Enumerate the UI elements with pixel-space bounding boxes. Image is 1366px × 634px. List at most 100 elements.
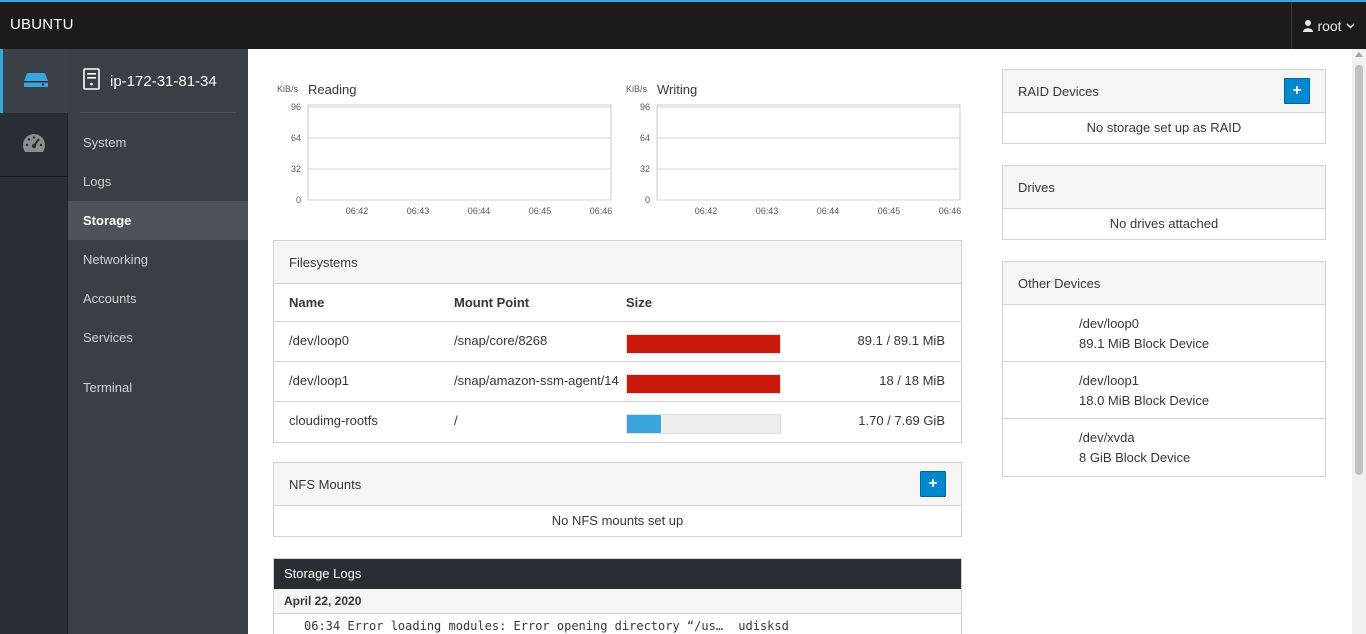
other-devices-title: Other Devices [1003,262,1325,305]
usage-bar-fill [627,335,780,353]
x-tick-label: 06:44 [468,206,491,216]
list-item[interactable]: /dev/xvda 8 GiB Block Device [1003,419,1325,476]
top-bar: UBUNTU root [0,0,1366,49]
writing-chart: KiB/s Writing 0 32 64 96 06:42 06:43 06:44 06:4… [622,49,962,216]
x-tick-label: 06:45 [529,206,552,216]
y-tick-label: 96 [640,102,650,112]
storage-logs: Storage Logs April 22, 2020 06:34 Error … [273,558,962,634]
filesystems-title: Filesystems [274,241,961,284]
table-row[interactable]: /dev/loop0 /snap/core/8268 89.1 / 89.1 M… [274,322,961,362]
fs-size: 18 / 18 MiB [879,373,945,388]
fs-name: /dev/loop0 [289,333,349,348]
host-name[interactable]: ip-172-31-81-34 [83,67,217,95]
fs-mount: /snap/amazon-ssm-agent/148 [454,373,619,388]
plot-area [656,104,961,201]
list-item[interactable]: /dev/loop1 18.0 MiB Block Device [1003,362,1325,419]
add-raid-button[interactable]: + [1284,78,1310,104]
device-name: /dev/xvda [1079,430,1135,445]
y-tick-label: 64 [291,133,301,143]
other-devices-card: Other Devices /dev/loop0 89.1 MiB Block … [1002,261,1326,477]
icon-rail [0,49,68,634]
sidebar-item-system[interactable]: System [68,123,248,162]
device-name: /dev/loop0 [1079,316,1139,331]
y-tick-label: 0 [296,195,301,205]
log-source: udisksd [738,619,789,633]
y-tick-label: 32 [291,164,301,174]
scrollbar[interactable] [1352,49,1366,634]
sidebar-item-accounts[interactable]: Accounts [68,279,248,318]
x-tick-label: 06:43 [407,206,430,216]
table-header: Name Mount Point Size [274,284,961,322]
nfs-title: NFS Mounts [289,477,362,492]
filesystems-card: Filesystems Name Mount Point Size /dev/l… [273,240,962,443]
list-item[interactable]: /dev/loop0 89.1 MiB Block Device [1003,305,1325,362]
reading-plot: 0 32 64 96 06:42 06:43 06:44 06:45 06:46 [291,102,613,216]
logs-title: Storage Logs [274,559,961,589]
fs-mount: / [454,413,458,428]
fs-size: 1.70 / 7.69 GiB [858,413,945,428]
raid-title: RAID Devices [1018,84,1099,99]
writing-plot: 0 32 64 96 06:42 06:43 06:44 06:45 06:46 [640,102,962,216]
device-description: 18.0 MiB Block Device [1079,393,1210,408]
brand-label: UBUNTU [10,16,74,33]
host-label: ip-172-31-81-34 [110,72,217,90]
device-name: /dev/loop1 [1079,373,1139,388]
nfs-card: NFS Mounts + No NFS mounts set up [273,462,962,537]
dashboard-icon [22,133,46,156]
column-header-mount[interactable]: Mount Point [454,284,619,322]
scrollbar-thumb[interactable] [1355,65,1363,475]
log-entry[interactable]: 06:34 Error loading modules: Error openi… [274,614,961,634]
fs-mount: /snap/core/8268 [454,333,548,348]
y-tick-label: 64 [640,133,650,143]
log-message: Error loading modules: Error opening dir… [347,619,724,633]
x-tick-label: 06:46 [590,206,613,216]
column-header-name[interactable]: Name [289,284,449,322]
sidebar-item-networking[interactable]: Networking [68,240,248,279]
host-icon [83,68,100,94]
drives-card: Drives No drives attached [1002,165,1326,240]
usage-bar [626,414,781,434]
nav-sidebar: ip-172-31-81-34 System Logs Storage Netw… [68,49,248,634]
raid-empty-message: No storage set up as RAID [1086,120,1242,135]
sidebar-item-services[interactable]: Services [68,318,248,357]
raid-card: RAID Devices + No storage set up as RAID [1002,69,1326,144]
x-tick-label: 06:42 [695,206,718,216]
reading-chart: KiB/s Reading 0 32 64 96 06:42 06:43 06:44 06:4… [273,49,613,216]
x-tick-label: 06:44 [817,206,840,216]
nfs-header: NFS Mounts + [274,463,961,506]
divider [80,112,236,113]
user-name: root [1317,17,1342,34]
table-row[interactable]: /dev/loop1 /snap/amazon-ssm-agent/148 18… [274,362,961,402]
user-menu-button[interactable]: root [1291,2,1366,49]
device-description: 8 GiB Block Device [1079,450,1191,465]
y-tick-label: 32 [640,164,650,174]
usage-bar [626,334,781,354]
add-nfs-button[interactable]: + [920,471,946,497]
table-row[interactable]: cloudimg-rootfs / 1.70 / 7.69 GiB [274,402,961,442]
chevron-down-icon [1346,22,1355,29]
sidebar-item-terminal[interactable]: Terminal [68,368,248,407]
drives-empty-message: No drives attached [1109,216,1219,231]
y-tick-label: 0 [645,195,650,205]
host-switcher-button[interactable] [0,49,68,113]
fs-name: /dev/loop1 [289,373,349,388]
sidebar-item-storage[interactable]: Storage [68,201,248,240]
log-time: 06:34 [304,619,341,633]
device-description: 89.1 MiB Block Device [1079,336,1210,351]
x-tick-label: 06:46 [939,206,962,216]
logs-date: April 22, 2020 [274,589,961,614]
dashboard-button[interactable] [0,113,68,177]
scroll-up-arrow[interactable] [1355,52,1363,57]
y-tick-label: 96 [291,102,301,112]
raid-header: RAID Devices + [1003,70,1325,113]
plot-area [307,104,612,201]
x-tick-label: 06:42 [346,206,369,216]
usage-bar [626,374,781,394]
usage-bar-fill [627,415,661,433]
server-icon [23,72,49,91]
user-icon [1303,19,1314,32]
nfs-empty-message: No NFS mounts set up [551,513,684,528]
main-content: KiB/s Reading 0 32 64 96 06:42 06:43 06:44 06:4… [248,49,1352,634]
sidebar-item-logs[interactable]: Logs [68,162,248,201]
column-header-size[interactable]: Size [626,284,726,322]
